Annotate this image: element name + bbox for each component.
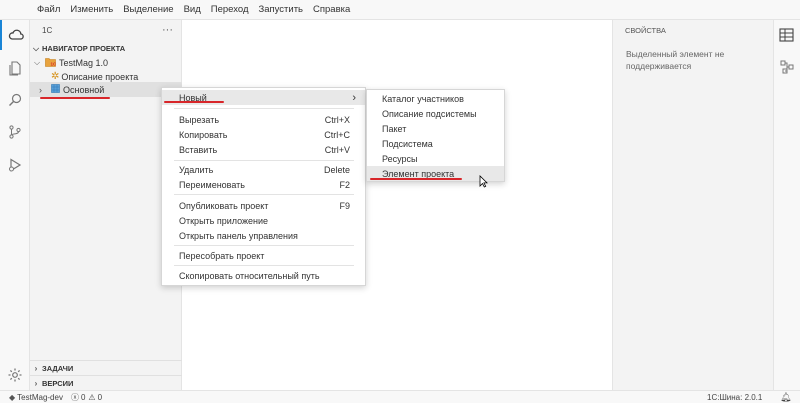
cloud-icon[interactable]	[0, 20, 30, 50]
status-bar: ◆ TestMag-dev ⓧ 0 ⚠ 0 1С:Шина: 2.0.1 🔔︎	[0, 390, 800, 403]
properties-panel: СВОЙСТВА Выделенный элемент не поддержив…	[612, 20, 773, 390]
submenu-item-package[interactable]: Пакет	[367, 121, 504, 136]
section-tasks[interactable]: › ЗАДАЧИ	[30, 360, 182, 375]
properties-message: Выделенный элемент не поддерживается	[626, 49, 725, 71]
chevron-right-icon: ›	[352, 91, 356, 104]
tasks-title: ЗАДАЧИ	[42, 363, 74, 373]
menu-separator	[174, 245, 354, 246]
bell-icon[interactable]: 🔔︎	[780, 392, 791, 403]
menu-selection[interactable]: Выделение	[122, 2, 174, 17]
menu-item-copy[interactable]: Копировать Ctrl+C	[162, 127, 365, 142]
section-project-navigator[interactable]: ⌵ НАВИГАТОР ПРОЕКТА	[30, 41, 182, 56]
context-menu: Новый › Вырезать Ctrl+X Копировать Ctrl+…	[161, 87, 366, 286]
menu-file[interactable]: Файл	[36, 2, 61, 17]
subsystem-label: Основной	[63, 84, 105, 95]
annotation-underline	[370, 178, 462, 180]
svg-text:1C: 1C	[51, 61, 57, 66]
source-control-icon[interactable]	[0, 117, 30, 147]
menu-help[interactable]: Справка	[312, 2, 351, 17]
menu-edit[interactable]: Изменить	[69, 2, 114, 17]
chevron-down-icon: ⌵	[34, 57, 41, 67]
submenu-item-subsystem[interactable]: Подсистема	[367, 136, 504, 151]
description-label: Описание проекта	[61, 71, 139, 82]
status-branch[interactable]: TestMag-dev	[17, 393, 63, 402]
status-version[interactable]: 1С:Шина: 2.0.1	[707, 393, 762, 402]
project-name: TestMag 1.0	[59, 57, 109, 68]
sidebar: 1C ··· ⌵ НАВИГАТОР ПРОЕКТА ⌵ 1C TestMag …	[30, 20, 182, 390]
menu-separator	[174, 265, 354, 266]
submenu-item-members-catalog[interactable]: Каталог участников	[367, 91, 504, 106]
tree-item-project[interactable]: ⌵ 1C TestMag 1.0	[34, 55, 108, 70]
submenu-item-subsystem-description[interactable]: Описание подсистемы	[367, 106, 504, 121]
subsystem-icon	[51, 84, 60, 95]
menu-item-delete[interactable]: Удалить Delete	[162, 162, 365, 177]
menubar: Файл Изменить Выделение Вид Переход Запу…	[0, 0, 800, 20]
menu-item-copy-path[interactable]: Скопировать относительный путь	[162, 268, 365, 283]
gear-icon: ✲	[51, 71, 60, 82]
chevron-down-icon: ⌵	[32, 43, 40, 53]
menu-item-publish[interactable]: Опубликовать проект F9	[162, 198, 365, 213]
menu-item-open-app[interactable]: Открыть приложение	[162, 213, 365, 228]
run-debug-icon[interactable]	[0, 150, 30, 180]
status-warnings[interactable]: 0	[98, 393, 102, 402]
sidebar-header: 1C ···	[30, 20, 181, 40]
activity-bar	[0, 20, 30, 390]
submenu-item-resources[interactable]: Ресурсы	[367, 151, 504, 166]
project-folder-icon: 1C	[45, 57, 57, 69]
search-icon[interactable]	[0, 85, 30, 115]
menu-item-open-panel[interactable]: Открыть панель управления	[162, 228, 365, 243]
submenu-new: Каталог участников Описание подсистемы П…	[366, 89, 505, 182]
tree-item-subsystem[interactable]: › Основной	[30, 82, 182, 97]
chevron-right-icon: ›	[39, 84, 42, 95]
menu-separator	[174, 194, 354, 195]
menu-item-rename[interactable]: Переименовать F2	[162, 177, 365, 192]
menu-go[interactable]: Переход	[210, 2, 250, 17]
more-actions-icon[interactable]: ···	[162, 24, 173, 36]
branch-icon: ◆	[9, 392, 16, 402]
warning-icon: ⚠	[88, 392, 96, 402]
menu-item-cut[interactable]: Вырезать Ctrl+X	[162, 112, 365, 127]
diagram-icon[interactable]	[780, 60, 794, 76]
properties-title: СВОЙСТВА	[625, 26, 666, 35]
menu-item-paste[interactable]: Вставить Ctrl+V	[162, 142, 365, 157]
section-versions[interactable]: › ВЕРСИИ	[30, 375, 182, 390]
menu-run[interactable]: Запустить	[257, 2, 304, 17]
menu-separator	[174, 108, 354, 109]
sidebar-title: 1C	[42, 25, 53, 35]
annotation-underline	[164, 101, 224, 103]
versions-title: ВЕРСИИ	[42, 378, 74, 388]
error-icon: ⓧ	[70, 392, 79, 402]
settings-gear-icon[interactable]	[0, 360, 30, 390]
menu-item-rebuild[interactable]: Пересобрать проект	[162, 248, 365, 263]
menu-separator	[174, 160, 354, 161]
chevron-right-icon: ›	[34, 363, 38, 373]
menu-view[interactable]: Вид	[183, 2, 202, 17]
annotation-underline	[40, 97, 110, 99]
chevron-right-icon: ›	[34, 378, 38, 388]
status-errors[interactable]: 0	[81, 393, 85, 402]
files-icon[interactable]	[0, 53, 30, 83]
mouse-cursor	[479, 175, 488, 190]
right-activity-bar	[773, 20, 800, 390]
section-title: НАВИГАТОР ПРОЕКТА	[42, 44, 126, 53]
table-icon[interactable]	[779, 28, 794, 44]
